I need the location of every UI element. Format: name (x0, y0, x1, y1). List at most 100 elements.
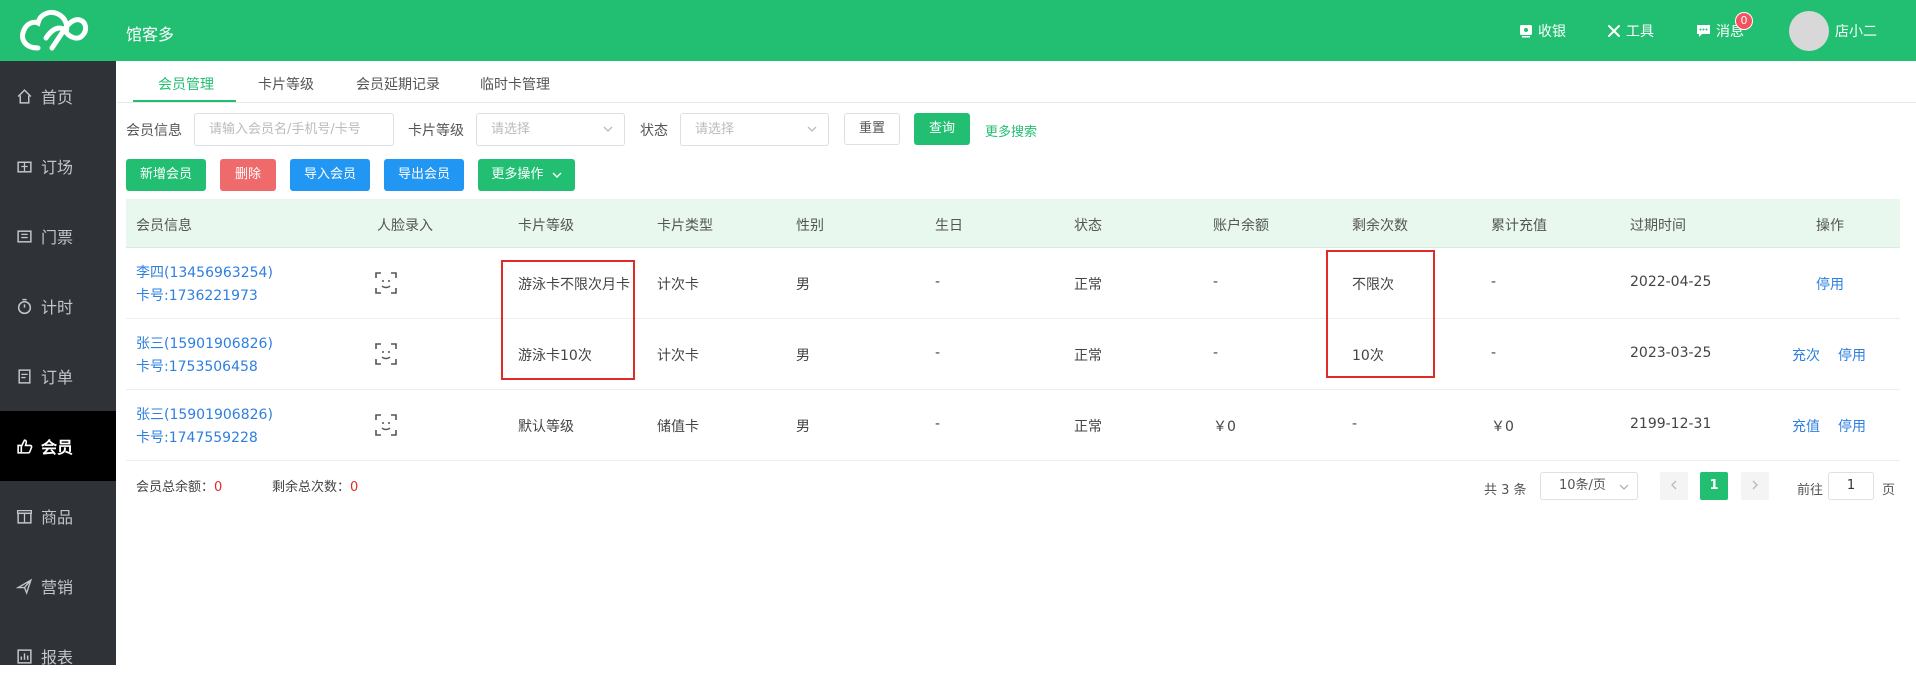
birthday: - (935, 416, 941, 432)
column-header: 剩余次数 (1352, 218, 1408, 234)
import-members-button[interactable]: 导入会员 (290, 159, 370, 191)
delete-button[interactable]: 删除 (220, 159, 276, 191)
tools-button[interactable]: 工具 (1607, 21, 1654, 41)
sidebar-item-venue[interactable]: 订场 (0, 131, 116, 201)
expire-date: 2022-04-25 (1630, 274, 1712, 290)
page-size-select[interactable]: 10条/页 (1540, 472, 1638, 500)
tools-icon (1608, 25, 1620, 37)
chevron-down-icon (807, 126, 817, 132)
column-header: 性别 (796, 218, 824, 234)
avatar[interactable] (1789, 11, 1829, 51)
tab-extension-records[interactable]: 会员延期记录 (356, 74, 440, 94)
tab-card-level[interactable]: 卡片等级 (258, 74, 314, 94)
home-icon (17, 88, 32, 104)
goto-label: 前往 (1797, 483, 1824, 498)
member-icon (17, 438, 33, 454)
page-number-button[interactable]: 1 (1700, 472, 1728, 500)
birthday: - (935, 345, 941, 361)
page-unit-label: 页 (1882, 483, 1896, 498)
column-header: 过期时间 (1630, 218, 1686, 234)
chevron-down-icon (1619, 484, 1629, 490)
member-name-link[interactable]: 张三(15901906826) (136, 333, 273, 353)
disable-button[interactable]: 停用 (1838, 416, 1866, 436)
member-info-label: 会员信息 (126, 123, 182, 139)
prev-page-button[interactable] (1660, 472, 1688, 500)
card-level-label: 卡片等级 (408, 123, 464, 139)
cashier-button[interactable]: 收银 (1519, 21, 1566, 41)
disable-button[interactable]: 停用 (1838, 345, 1866, 365)
recharge-value-button[interactable]: 充值 (1792, 416, 1820, 436)
gender: 男 (796, 419, 810, 435)
tab-bar: 会员管理 卡片等级 会员延期记录 临时卡管理 (117, 61, 1916, 103)
chevron-left-icon (1671, 480, 1677, 490)
member-name-link[interactable]: 张三(15901906826) (136, 404, 273, 424)
column-header: 操作 (1816, 218, 1844, 234)
member-card-number[interactable]: 卡号:1736221973 (136, 285, 258, 305)
column-header: 生日 (935, 218, 963, 234)
card-level-select[interactable]: 请选择 (476, 113, 625, 146)
member-card-number[interactable]: 卡号:1753506458 (136, 356, 258, 376)
goto-page-input[interactable]: 1 (1828, 472, 1874, 500)
table-header: 会员信息 人脸录入 卡片等级 卡片类型 性别 生日 状态 账户余额 剩余次数 累… (126, 199, 1900, 248)
more-actions-button[interactable]: 更多操作 (478, 159, 575, 191)
sidebar-item-timer[interactable]: 计时 (0, 271, 116, 341)
total-recharge: - (1491, 345, 1497, 361)
timer-icon (17, 298, 32, 314)
total-times-summary: 剩余总次数：0 (272, 480, 359, 495)
next-page-button[interactable] (1741, 472, 1769, 500)
more-search-link[interactable]: 更多搜索 (985, 121, 1037, 140)
tab-temp-card[interactable]: 临时卡管理 (480, 74, 550, 94)
member-name-link[interactable]: 李四(13456963254) (136, 262, 273, 282)
chevron-down-icon (552, 172, 562, 178)
add-member-button[interactable]: 新增会员 (126, 159, 206, 191)
expire-date: 2023-03-25 (1630, 345, 1712, 361)
sidebar-item-members[interactable]: 会员 (0, 411, 116, 481)
column-header: 卡片等级 (518, 218, 574, 234)
user-name[interactable]: 店小二 (1835, 21, 1877, 41)
top-bar: 馆客多 收银 工具 消息 0 店小二 (0, 0, 1916, 61)
logo-icon (20, 9, 89, 51)
marketing-icon (16, 578, 33, 595)
recharge-times-button[interactable]: 充次 (1792, 345, 1820, 365)
sidebar-item-goods[interactable]: 商品 (0, 481, 116, 551)
query-button[interactable]: 查询 (914, 113, 970, 145)
member-search-input[interactable]: 请输入会员名/手机号/卡号 (194, 113, 394, 146)
total-count: 共 3 条 (1484, 483, 1527, 498)
card-type: 计次卡 (657, 277, 699, 293)
balance: ￥0 (1213, 419, 1236, 435)
gender: 男 (796, 277, 810, 293)
gender: 男 (796, 348, 810, 364)
sidebar-item-orders[interactable]: 订单 (0, 341, 116, 411)
message-icon (1697, 25, 1710, 37)
reset-button[interactable]: 重置 (844, 113, 900, 145)
cashier-icon (1520, 25, 1532, 38)
sidebar-item-ticket[interactable]: 门票 (0, 201, 116, 271)
table-row: 张三(15901906826) 卡号:1747559228 默认等级 储值卡 男… (126, 390, 1900, 461)
goods-icon (16, 509, 33, 524)
birthday: - (935, 274, 941, 290)
face-scan-icon[interactable] (374, 342, 398, 366)
total-recharge: ￥0 (1491, 419, 1514, 435)
highlight-box-card-level (501, 260, 635, 380)
disable-button[interactable]: 停用 (1816, 274, 1844, 294)
remaining-times: - (1352, 416, 1358, 432)
table-row: 李四(13456963254) 卡号:1736221973 游泳卡不限次月卡 计… (126, 248, 1900, 319)
status-label: 状态 (640, 123, 668, 139)
member-card-number[interactable]: 卡号:1747559228 (136, 427, 258, 447)
chevron-right-icon (1752, 480, 1758, 490)
balance: - (1213, 345, 1219, 361)
active-tab-indicator (133, 100, 236, 102)
highlight-box-remaining-times (1326, 250, 1435, 378)
app-title: 馆客多 (126, 25, 175, 44)
column-header: 账户余额 (1213, 218, 1269, 234)
tab-member-management[interactable]: 会员管理 (158, 74, 214, 94)
total-balance-summary: 会员总余额：0 (136, 480, 223, 495)
face-scan-icon[interactable] (374, 271, 398, 295)
sidebar-item-home[interactable]: 首页 (0, 61, 116, 131)
sidebar-item-reports[interactable]: 报表 (0, 621, 116, 691)
status-select[interactable]: 请选择 (680, 113, 829, 146)
export-members-button[interactable]: 导出会员 (384, 159, 464, 191)
sidebar-item-marketing[interactable]: 营销 (0, 551, 116, 621)
face-scan-icon[interactable] (374, 413, 398, 437)
column-header: 会员信息 (136, 218, 192, 234)
